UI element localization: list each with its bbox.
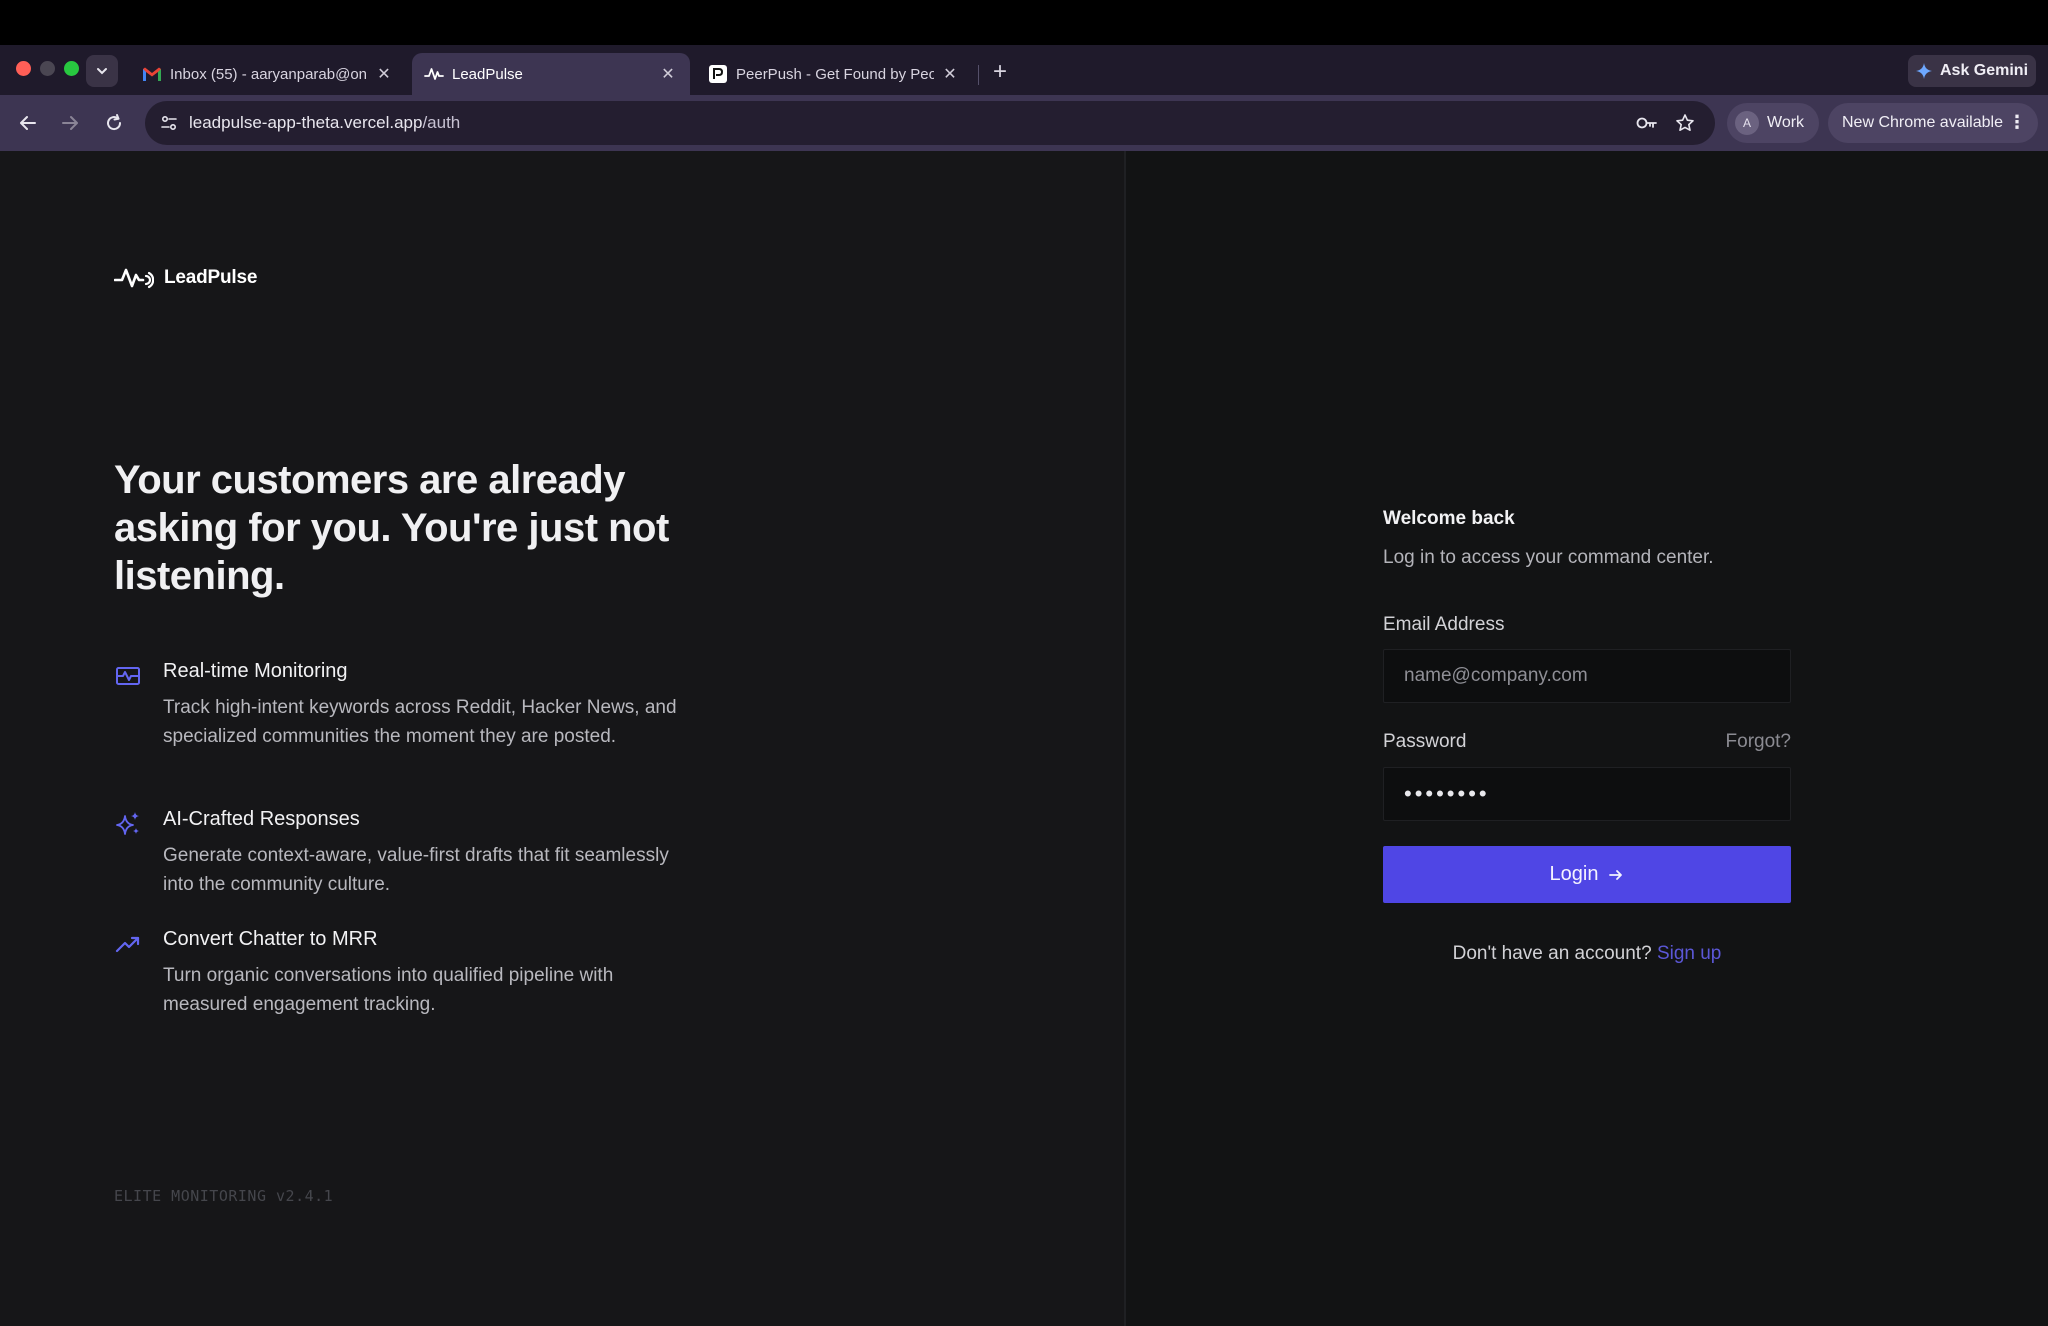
tab-separator — [978, 65, 979, 85]
forward-button[interactable] — [56, 109, 84, 137]
window-maximize-button[interactable] — [64, 61, 79, 76]
login-subtitle: Log in to access your command center. — [1383, 547, 1714, 568]
page-content: LeadPulse Your customers are already ask… — [0, 151, 2048, 1326]
feature-title: Convert Chatter to MRR — [163, 928, 378, 950]
close-icon[interactable]: ✕ — [374, 64, 394, 84]
tab-title: PeerPush - Get Found by Peo — [736, 65, 934, 83]
feature-description: Track high-intent keywords across Reddit… — [163, 697, 677, 747]
pulse-icon — [424, 64, 444, 84]
login-button[interactable]: Login — [1383, 846, 1791, 903]
feature-description: Generate context-aware, value-first draf… — [163, 845, 669, 895]
login-title: Welcome back — [1383, 508, 1515, 529]
tab-title: LeadPulse — [452, 65, 523, 83]
screen-top-bar — [0, 0, 2048, 45]
password-label: Password — [1383, 731, 1467, 752]
gemini-icon — [1915, 63, 1932, 79]
update-label: New Chrome available — [1842, 114, 2003, 131]
window-close-button[interactable] — [16, 61, 31, 76]
feature-title: AI-Crafted Responses — [163, 808, 360, 830]
reload-button[interactable] — [100, 109, 128, 137]
arrow-left-icon — [20, 116, 36, 130]
email-field[interactable] — [1383, 649, 1791, 703]
pulse-logo-icon — [114, 268, 154, 289]
signup-prompt-text: Don't have an account? — [1452, 943, 1652, 964]
feature-title: Real-time Monitoring — [163, 660, 348, 682]
login-button-label: Login — [1549, 863, 1599, 885]
url-path: /auth — [422, 113, 461, 132]
peerpush-icon — [708, 64, 728, 84]
url-host: leadpulse-app-theta.vercel.app — [189, 113, 423, 132]
address-bar[interactable]: leadpulse-app-theta.vercel.app/auth — [145, 101, 1715, 145]
tab-title: Inbox (55) - aaryanparab@on — [170, 65, 368, 83]
hero-headline: Your customers are already asking for yo… — [114, 458, 669, 598]
site-info-icon[interactable] — [155, 109, 183, 137]
bookmark-star-icon[interactable] — [1671, 109, 1699, 137]
marketing-panel: LeadPulse Your customers are already ask… — [0, 151, 1124, 1326]
close-icon[interactable]: ✕ — [658, 64, 678, 84]
brand-name: LeadPulse — [164, 267, 258, 288]
tab-leadpulse[interactable]: LeadPulse ✕ — [412, 53, 690, 95]
trending-up-icon — [114, 930, 142, 958]
brand-logo: LeadPulse — [114, 266, 257, 290]
feature-description: Turn organic conversations into qualifie… — [163, 965, 614, 1015]
browser-toolbar: leadpulse-app-theta.vercel.app/auth A Wo… — [0, 95, 2048, 151]
version-label: ELITE MONITORING v2.4.1 — [114, 1187, 334, 1205]
back-button[interactable] — [14, 109, 42, 137]
auth-panel: Welcome back Log in to access your comma… — [1126, 151, 2048, 1326]
signup-prompt: Don't have an account? Sign up — [1383, 943, 1791, 965]
more-menu-icon[interactable]: ⋮ — [2008, 112, 2026, 133]
profile-label: Work — [1767, 114, 1805, 131]
monitoring-icon — [114, 662, 142, 690]
profile-button[interactable]: A Work — [1727, 103, 1819, 143]
gmail-icon — [142, 64, 162, 84]
new-tab-button[interactable]: + — [986, 58, 1014, 86]
password-field[interactable] — [1383, 767, 1791, 821]
forgot-password-link[interactable]: Forgot? — [1726, 731, 1791, 753]
chrome-update-button[interactable]: New Chrome available ⋮ — [1828, 103, 2038, 143]
avatar: A — [1735, 111, 1759, 135]
close-icon[interactable]: ✕ — [940, 64, 960, 84]
chevron-down-icon — [97, 68, 107, 75]
browser-tab-strip: Inbox (55) - aaryanparab@on ✕ LeadPulse … — [0, 45, 2048, 95]
arrow-right-icon — [1609, 869, 1623, 880]
ask-gemini-label: Ask Gemini — [1939, 62, 2029, 79]
url-text: leadpulse-app-theta.vercel.app/auth — [189, 113, 460, 133]
tab-search-button[interactable] — [86, 55, 118, 87]
arrow-right-icon — [62, 116, 78, 130]
ask-gemini-button[interactable]: Ask Gemini — [1908, 55, 2036, 87]
email-label: Email Address — [1383, 614, 1505, 635]
window-minimize-button[interactable] — [40, 61, 55, 76]
tab-inbox[interactable]: Inbox (55) - aaryanparab@on ✕ — [130, 53, 406, 95]
signup-link[interactable]: Sign up — [1657, 943, 1721, 964]
password-key-icon[interactable] — [1633, 109, 1661, 137]
sparkles-icon — [114, 810, 142, 838]
reload-icon — [107, 114, 122, 131]
tab-peerpush[interactable]: PeerPush - Get Found by Peo ✕ — [696, 53, 972, 95]
